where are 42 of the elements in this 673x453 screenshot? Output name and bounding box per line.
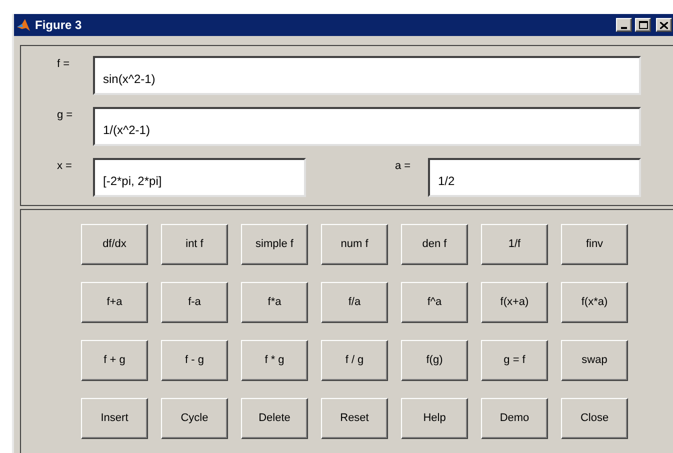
minimize-button[interactable] [616, 18, 632, 32]
function-button[interactable]: int f [161, 224, 228, 265]
input-field[interactable]: 1/2 [428, 158, 641, 197]
function-button[interactable]: f^a [401, 282, 468, 323]
function-button[interactable]: f+a [81, 282, 148, 323]
function-button[interactable]: f-a [161, 282, 228, 323]
function-button[interactable]: f * g [241, 340, 308, 381]
function-button[interactable]: f(x*a) [561, 282, 628, 323]
function-button[interactable]: finv [561, 224, 628, 265]
function-button[interactable]: f / g [321, 340, 388, 381]
function-button[interactable]: Insert [81, 398, 148, 439]
maximize-button[interactable] [635, 18, 651, 32]
function-button[interactable]: g = f [481, 340, 548, 381]
field-label: a = [394, 159, 412, 174]
window-title: Figure 3 [35, 17, 82, 34]
function-button[interactable]: f - g [161, 340, 228, 381]
function-button[interactable]: 1/f [481, 224, 548, 265]
function-button[interactable]: Cycle [161, 398, 228, 439]
input-field[interactable]: 1/(x^2-1) [93, 107, 641, 146]
function-button[interactable]: Help [401, 398, 468, 439]
input-field[interactable]: sin(x^2-1) [93, 56, 641, 95]
close-icon [660, 22, 668, 28]
function-button[interactable]: Reset [321, 398, 388, 439]
function-button[interactable]: f/a [321, 282, 388, 323]
function-button[interactable]: df/dx [81, 224, 148, 265]
function-button[interactable]: Delete [241, 398, 308, 439]
function-button[interactable]: den f [401, 224, 468, 265]
function-button[interactable]: simple f [241, 224, 308, 265]
function-button[interactable]: f(g) [401, 340, 468, 381]
field-label: g = [56, 108, 74, 123]
field-label: f = [56, 57, 71, 72]
field-label: x = [56, 159, 73, 174]
function-button[interactable]: Close [561, 398, 628, 439]
function-button[interactable]: Demo [481, 398, 548, 439]
function-button[interactable]: num f [321, 224, 388, 265]
input-field[interactable]: [-2*pi, 2*pi] [93, 158, 306, 197]
function-button[interactable]: swap [561, 340, 628, 381]
app-logo-icon [16, 17, 32, 33]
function-button[interactable]: f(x+a) [481, 282, 548, 323]
close-button[interactable] [656, 18, 672, 32]
function-button[interactable]: f*a [241, 282, 308, 323]
function-button[interactable]: f + g [81, 340, 148, 381]
